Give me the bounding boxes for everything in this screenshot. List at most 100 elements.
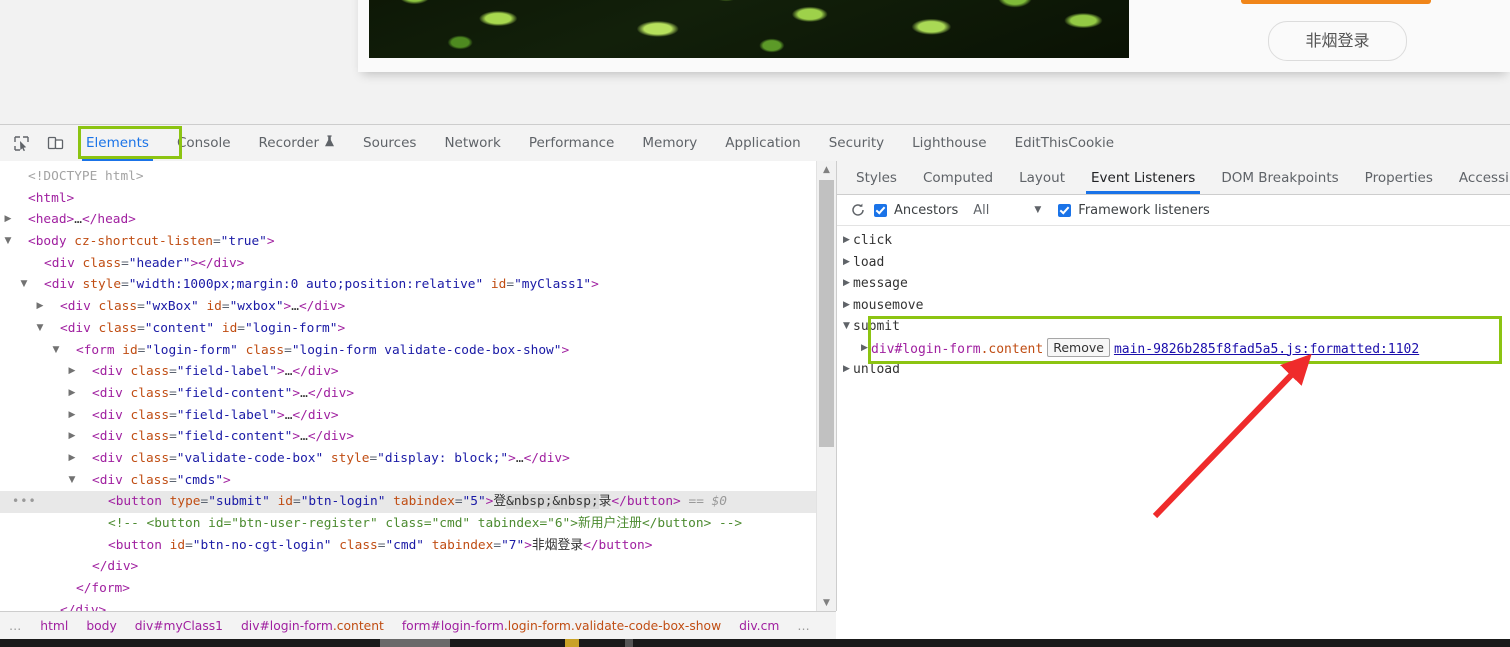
event-listener-row[interactable]: ▶ load bbox=[837, 252, 1510, 274]
expand-triangle-icon[interactable]: ▶ bbox=[66, 426, 78, 448]
scroll-up-arrow-icon[interactable]: ▲ bbox=[817, 161, 836, 178]
dom-node-row[interactable]: <div class="header"></div> bbox=[0, 253, 816, 275]
expand-triangle-icon[interactable]: ▶ bbox=[34, 296, 46, 318]
dom-node-row[interactable]: ▼ <div class="content" id="login-form"> bbox=[0, 318, 816, 340]
dom-node-row[interactable]: ••• <button type="submit" id="btn-login" … bbox=[0, 491, 816, 513]
tab-network[interactable]: Network bbox=[430, 125, 514, 161]
dom-node-row[interactable]: ▼ <div style="width:1000px;margin:0 auto;… bbox=[0, 274, 816, 296]
event-type-select-value[interactable]: All bbox=[973, 203, 989, 218]
expand-triangle-icon[interactable]: ▶ bbox=[841, 273, 852, 295]
chevron-down-icon[interactable]: ▼ bbox=[1034, 205, 1041, 215]
dom-node-row[interactable]: ▼ <body cz-shortcut-listen="true"> bbox=[0, 231, 816, 253]
device-toolbar-icon[interactable] bbox=[42, 130, 68, 156]
sidebar-tab-properties[interactable]: Properties bbox=[1352, 161, 1446, 194]
dom-node-row[interactable]: ▶ <div class="wxBox" id="wxbox">…</div> bbox=[0, 296, 816, 318]
dom-node-row[interactable]: </div> bbox=[0, 600, 816, 611]
expand-triangle-icon[interactable]: ▶ bbox=[2, 209, 14, 231]
collapse-triangle-icon[interactable]: ▼ bbox=[34, 318, 46, 340]
breadcrumb-item[interactable]: div.cm bbox=[730, 619, 788, 633]
orange-primary-button[interactable] bbox=[1241, 0, 1431, 4]
remove-listener-button[interactable]: Remove bbox=[1047, 337, 1110, 357]
dom-node-row[interactable]: ▶ <div class="field-content">…</div> bbox=[0, 426, 816, 448]
dom-tree[interactable]: <!DOCTYPE html> <html> ▶ <head>…</head> ▼ <bo… bbox=[0, 161, 816, 611]
dom-node-row[interactable]: ▶ <div class="field-label">…</div> bbox=[0, 405, 816, 427]
breadcrumb-item[interactable]: div#login-form.content bbox=[232, 619, 393, 633]
dom-node-row[interactable]: </form> bbox=[0, 578, 816, 600]
expand-triangle-icon[interactable]: ▶ bbox=[66, 448, 78, 470]
tab-sources[interactable]: Sources bbox=[349, 125, 430, 161]
rendered-webpage-strip: 非烟登录 bbox=[0, 0, 1510, 124]
dom-node-markup: <button type="submit" id="btn-login" tab… bbox=[108, 494, 728, 510]
devtools-window: Elements Console Recorder Sources Network Per… bbox=[0, 124, 1510, 640]
dom-node-row[interactable]: ▶ <div class="field-content">…</div> bbox=[0, 383, 816, 405]
sidebar-tab-dom-breakpoints[interactable]: DOM Breakpoints bbox=[1208, 161, 1351, 194]
inspect-element-icon[interactable] bbox=[8, 130, 34, 156]
expand-triangle-icon[interactable]: ▶ bbox=[66, 383, 78, 405]
dom-node-row[interactable]: <!DOCTYPE html> bbox=[0, 166, 816, 188]
breadcrumb-item[interactable]: div#myClass1 bbox=[126, 619, 232, 633]
event-listeners-list[interactable]: ▶ click ▶ load ▶ message ▶ mousemove ▼ submit ▶ div… bbox=[837, 226, 1510, 381]
event-listener-row[interactable]: ▶ click bbox=[837, 230, 1510, 252]
tab-console[interactable]: Console bbox=[163, 125, 245, 161]
breadcrumb[interactable]: … html body div#myClass1 div#login-form.cont… bbox=[0, 611, 836, 640]
tab-application[interactable]: Application bbox=[711, 125, 814, 161]
dom-node-row[interactable]: ▶ <div class="validate-code-box" style="d… bbox=[0, 448, 816, 470]
sidebar-tab-accessi[interactable]: Accessi bbox=[1446, 161, 1510, 194]
framework-listeners-checkbox[interactable] bbox=[1058, 203, 1072, 217]
dom-node-row[interactable]: ▶ <div class="field-label">…</div> bbox=[0, 361, 816, 383]
dom-node-row[interactable]: <!-- <button id="btn-user-register" clas… bbox=[0, 513, 816, 535]
event-listener-row[interactable]: ▶ message bbox=[837, 273, 1510, 295]
tab-elements[interactable]: Elements bbox=[72, 125, 163, 161]
breadcrumb-item[interactable]: html bbox=[31, 619, 77, 633]
screenshot-root: 非烟登录 Elements Console Recorder Sources N… bbox=[0, 0, 1510, 647]
devtools-tool-icons bbox=[0, 125, 72, 161]
collapse-triangle-icon[interactable]: ▼ bbox=[18, 274, 30, 296]
dom-node-row[interactable]: </div> bbox=[0, 556, 816, 578]
scrollbar-thumb[interactable] bbox=[819, 180, 834, 447]
expand-triangle-icon[interactable]: ▶ bbox=[66, 405, 78, 427]
breadcrumb-overflow-left[interactable]: … bbox=[0, 619, 31, 633]
dom-tree-scrollbar[interactable]: ▲ ▼ bbox=[816, 161, 836, 611]
collapse-triangle-icon[interactable]: ▼ bbox=[2, 231, 14, 253]
dom-node-row[interactable]: ▼ <form id="login-form" class="login-form… bbox=[0, 340, 816, 362]
non-smoke-login-button[interactable]: 非烟登录 bbox=[1268, 21, 1407, 61]
dom-node-row[interactable]: ▶ <head>…</head> bbox=[0, 209, 816, 231]
refresh-icon[interactable] bbox=[849, 201, 867, 219]
breadcrumb-item[interactable]: form#login-form.login-form.validate-code… bbox=[393, 619, 730, 633]
dom-node-row[interactable]: <button id="btn-no-cgt-login" class="cmd… bbox=[0, 535, 816, 557]
tab-editthiscookie[interactable]: EditThisCookie bbox=[1001, 125, 1129, 161]
event-listener-row[interactable]: ▶ mousemove bbox=[837, 295, 1510, 317]
expand-triangle-icon[interactable]: ▶ bbox=[841, 359, 852, 381]
tab-memory[interactable]: Memory bbox=[628, 125, 711, 161]
listener-source-link[interactable]: main-9826b285f8fad5a5.js:formatted:1102 bbox=[1114, 342, 1419, 357]
breadcrumb-item[interactable]: body bbox=[77, 619, 125, 633]
collapse-triangle-icon[interactable]: ▼ bbox=[50, 340, 62, 362]
dom-node-markup: <button id="btn-no-cgt-login" class="cmd… bbox=[108, 537, 653, 553]
sidebar-tab-event-listeners[interactable]: Event Listeners bbox=[1078, 161, 1208, 194]
expand-triangle-icon[interactable]: ▶ bbox=[859, 338, 870, 360]
dom-node-row[interactable]: <html> bbox=[0, 188, 816, 210]
sidebar-tab-layout[interactable]: Layout bbox=[1006, 161, 1078, 194]
scroll-down-arrow-icon[interactable]: ▼ bbox=[817, 594, 836, 611]
expand-triangle-icon[interactable]: ▶ bbox=[841, 230, 852, 252]
expand-triangle-icon[interactable]: ▶ bbox=[66, 361, 78, 383]
devtools-tabbar: Elements Console Recorder Sources Network Per… bbox=[0, 125, 1510, 162]
tab-performance[interactable]: Performance bbox=[515, 125, 629, 161]
event-listener-entry[interactable]: ▶ div#login-form.content Remove main-9826b2… bbox=[837, 337, 1510, 360]
event-listener-row[interactable]: ▼ submit bbox=[837, 316, 1510, 338]
sidebar-tab-styles[interactable]: Styles bbox=[843, 161, 910, 194]
expand-triangle-icon[interactable]: ▶ bbox=[841, 295, 852, 317]
event-listener-row[interactable]: ▶ unload bbox=[837, 359, 1510, 381]
tab-lighthouse[interactable]: Lighthouse bbox=[898, 125, 1000, 161]
tab-recorder[interactable]: Recorder bbox=[245, 125, 350, 161]
expand-triangle-icon[interactable]: ▶ bbox=[841, 252, 852, 274]
breadcrumb-overflow-right[interactable]: … bbox=[788, 619, 819, 633]
node-overflow-menu-icon[interactable]: ••• bbox=[12, 491, 37, 513]
ancestors-checkbox[interactable] bbox=[874, 203, 887, 217]
tab-security[interactable]: Security bbox=[815, 125, 898, 161]
dom-node-row[interactable]: ▼ <div class="cmds"> bbox=[0, 470, 816, 492]
collapse-triangle-icon[interactable]: ▼ bbox=[841, 316, 852, 338]
collapse-triangle-icon[interactable]: ▼ bbox=[66, 470, 78, 492]
event-name: mousemove bbox=[853, 297, 924, 313]
sidebar-tab-computed[interactable]: Computed bbox=[910, 161, 1006, 194]
